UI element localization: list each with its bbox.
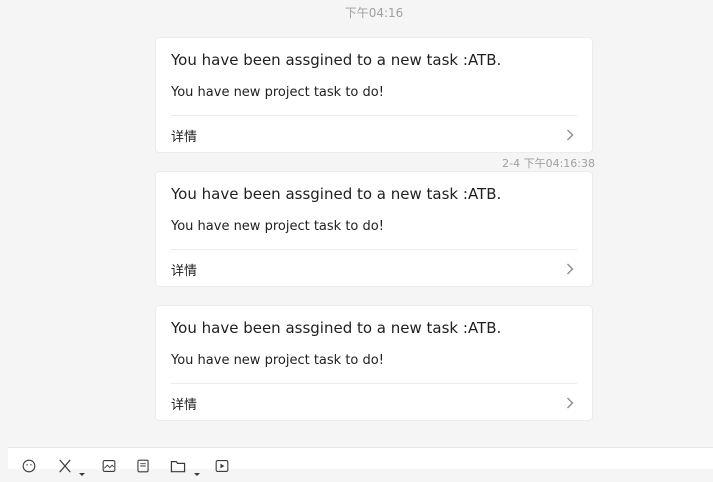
video-icon[interactable] — [213, 459, 231, 473]
card-body: You have new project task to do! — [171, 85, 384, 100]
task-notification-card[interactable]: You have been assgined to a new task :AT… — [155, 305, 593, 421]
folder-options-caret-icon[interactable] — [193, 463, 201, 476]
details-label: 详情 — [171, 397, 198, 413]
chevron-right-icon — [563, 128, 577, 142]
document-icon[interactable] — [134, 459, 152, 473]
details-link[interactable]: 详情 — [171, 256, 577, 282]
scissors-icon[interactable] — [56, 459, 74, 473]
card-body: You have new project task to do! — [171, 353, 384, 368]
chat-message-area: 下午04:16 You have been assgined to a new … — [0, 0, 713, 447]
folder-icon[interactable] — [169, 459, 187, 473]
card-divider — [171, 249, 577, 250]
message-sent-time: 2-4 下午04:16:38 — [502, 157, 595, 170]
card-title: You have been assgined to a new task :AT… — [171, 51, 502, 69]
card-title: You have been assgined to a new task :AT… — [171, 185, 502, 203]
card-title: You have been assgined to a new task :AT… — [171, 319, 502, 337]
chevron-right-icon — [563, 396, 577, 410]
details-link[interactable]: 详情 — [171, 122, 577, 148]
emoji-icon[interactable] — [20, 459, 38, 473]
chevron-right-icon — [563, 262, 577, 276]
message-timestamp: 下午04:16 — [344, 6, 404, 20]
screenshot-options-caret-icon[interactable] — [78, 463, 86, 476]
task-notification-card[interactable]: You have been assgined to a new task :AT… — [155, 37, 593, 153]
card-body: You have new project task to do! — [171, 219, 384, 234]
message-composer-toolbar — [8, 447, 713, 476]
card-divider — [171, 115, 577, 116]
details-label: 详情 — [171, 129, 198, 145]
details-link[interactable]: 详情 — [171, 390, 577, 416]
task-notification-card[interactable]: You have been assgined to a new task :AT… — [155, 171, 593, 287]
details-label: 详情 — [171, 263, 198, 279]
image-icon[interactable] — [100, 459, 118, 473]
card-divider — [171, 383, 577, 384]
